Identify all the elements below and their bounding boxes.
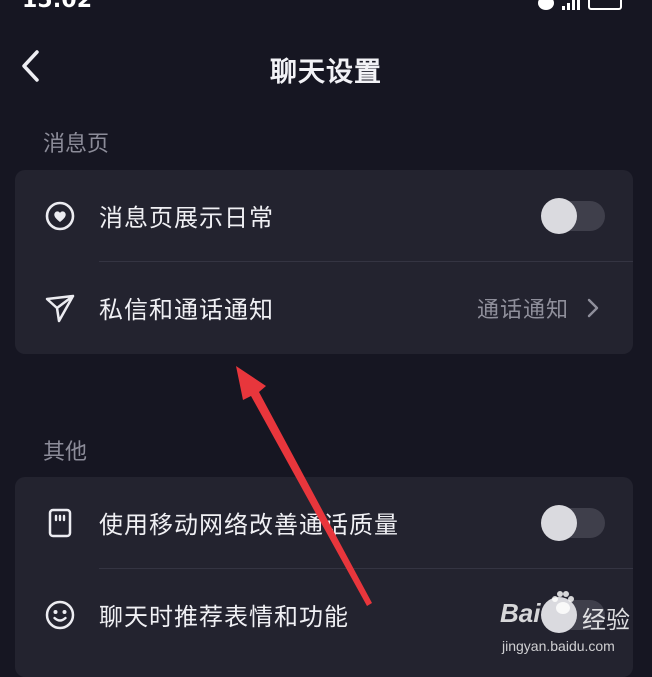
watermark-logo: Bai [500, 598, 541, 628]
setting-value: 通话通知 [476, 298, 569, 323]
heart-circle-icon [45, 201, 75, 231]
header: 聊天设置 [0, 36, 652, 96]
sim-card-icon [48, 508, 72, 538]
section-label-other: 其他 [43, 440, 88, 465]
status-icons [538, 0, 622, 10]
section-label-messages: 消息页 [43, 132, 110, 157]
toggle-knob [541, 505, 577, 541]
setting-label: 私信和通话通知 [99, 296, 274, 324]
mobile-network-toggle[interactable] [541, 505, 605, 541]
smiley-icon [45, 600, 75, 630]
battery-icon [588, 0, 622, 10]
status-time: 15:02 [22, 0, 93, 13]
toggle-knob [541, 198, 577, 234]
paw-icon [552, 591, 574, 614]
setting-row-show-daily[interactable]: 消息页展示日常 [15, 170, 633, 262]
watermark-text: 经验 [582, 606, 630, 634]
settings-card-messages: 消息页展示日常 私信和通话通知 通话通知 [15, 170, 633, 354]
setting-row-mobile-network[interactable]: 使用移动网络改善通话质量 [15, 477, 633, 569]
page-title: 聊天设置 [270, 57, 382, 88]
notification-icon [538, 0, 554, 10]
send-icon [45, 294, 75, 323]
show-daily-toggle[interactable] [541, 198, 605, 234]
setting-label: 使用移动网络改善通话质量 [99, 511, 399, 539]
status-bar: 15:02 [0, 0, 652, 13]
chevron-right-icon [587, 298, 599, 318]
signal-icon [562, 0, 580, 10]
watermark-url: jingyan.baidu.com [502, 638, 615, 654]
watermark: Bai 经验 jingyan.baidu.com [500, 591, 640, 662]
setting-label: 聊天时推荐表情和功能 [99, 603, 349, 631]
setting-row-dm-call-notify[interactable]: 私信和通话通知 通话通知 [15, 262, 633, 354]
setting-label: 消息页展示日常 [99, 204, 274, 232]
